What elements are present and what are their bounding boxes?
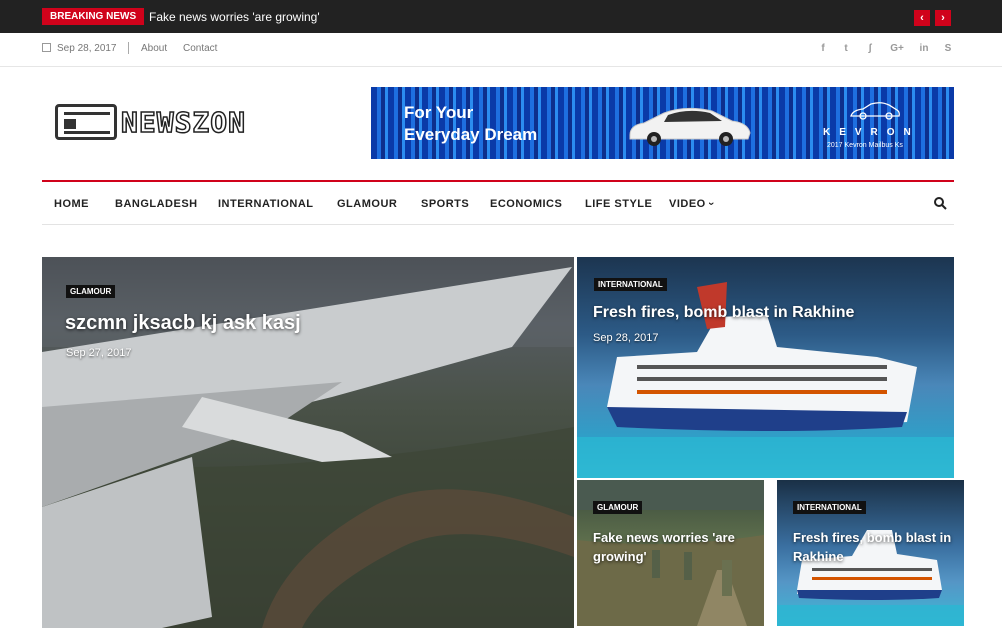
card-title[interactable]: szcmn jksacb kj ask kasj: [65, 312, 545, 335]
category-tag[interactable]: INTERNATIONAL: [594, 278, 667, 291]
category-tag[interactable]: INTERNATIONAL: [793, 501, 866, 514]
nav-bangladesh[interactable]: BANGLADESH: [115, 197, 198, 211]
site-logo[interactable]: NEWSZON: [55, 102, 305, 142]
nav-sports[interactable]: SPORTS: [421, 197, 469, 211]
ad-headline-line2: Everyday Dream: [404, 125, 538, 144]
ticker-next-button[interactable]: ›: [935, 10, 951, 26]
nav-life-style[interactable]: LIFE STYLE: [585, 197, 652, 211]
current-date-text: Sep 28, 2017: [57, 43, 117, 54]
newspaper-icon: [55, 104, 117, 140]
nav-home[interactable]: HOME: [54, 197, 89, 211]
featured-card-small[interactable]: GLAMOUR Fake news worries 'are growing': [577, 480, 764, 626]
skype-icon[interactable]: S: [940, 42, 956, 56]
linkedin-icon[interactable]: in: [916, 42, 932, 56]
nav-economics[interactable]: ECONOMICS: [490, 197, 562, 211]
rss-icon[interactable]: ʃ: [862, 42, 878, 56]
category-tag[interactable]: GLAMOUR: [66, 285, 116, 298]
about-link[interactable]: About: [141, 42, 167, 56]
current-date: Sep 28, 2017: [42, 42, 117, 56]
ad-brand: KEVRON: [823, 127, 920, 138]
nav-international[interactable]: INTERNATIONAL: [218, 197, 314, 211]
card-date: Sep 28, 2017: [593, 332, 659, 344]
nav-video-label: VIDEO: [669, 198, 706, 210]
logo-text: NEWSZON: [120, 105, 247, 140]
facebook-icon[interactable]: f: [815, 42, 831, 56]
card-title[interactable]: Fresh fires, bomb blast in Rakhine: [793, 528, 953, 566]
ad-banner[interactable]: For Your Everyday Dream KEVRON 2017 Kevr…: [371, 87, 954, 159]
card-title[interactable]: Fresh fires, bomb blast in Rakhine: [593, 304, 933, 322]
google-plus-icon[interactable]: G+: [888, 42, 906, 56]
search-icon[interactable]: [932, 195, 948, 211]
ticker-prev-button[interactable]: ‹: [914, 10, 930, 26]
breaking-news-headline[interactable]: Fake news worries 'are growing': [149, 9, 320, 25]
card-title[interactable]: Fake news worries 'are growing': [593, 528, 753, 566]
chevron-down-icon: ›: [705, 201, 718, 207]
breaking-news-label: BREAKING NEWS: [42, 8, 145, 25]
nav-glamour[interactable]: GLAMOUR: [337, 197, 397, 211]
nav-video[interactable]: VIDEO ›: [669, 197, 717, 211]
divider: [128, 42, 129, 54]
featured-card-medium[interactable]: INTERNATIONAL Fresh fires, bomb blast in…: [577, 257, 954, 478]
top-strip: Sep 28, 2017 About Contact f t ʃ G+ in S: [0, 33, 1002, 67]
brand-car-icon: [850, 102, 900, 120]
breaking-news-bar: BREAKING NEWS Fake news worries 'are gro…: [0, 0, 1002, 33]
twitter-icon[interactable]: t: [838, 42, 854, 56]
category-tag[interactable]: GLAMOUR: [593, 501, 643, 514]
main-nav: HOME BANGLADESH INTERNATIONAL GLAMOUR SP…: [42, 180, 954, 225]
card-date: Sep 27, 2017: [66, 347, 132, 359]
calendar-icon: [42, 43, 51, 52]
ad-headline-line1: For Your: [404, 103, 474, 122]
contact-link[interactable]: Contact: [183, 42, 217, 56]
ad-brand-sub: 2017 Kevron Mailbus Ks: [827, 142, 903, 149]
car-image: [629, 107, 751, 146]
featured-card-large[interactable]: GLAMOUR szcmn jksacb kj ask kasj Sep 27,…: [42, 257, 574, 628]
featured-card-small[interactable]: INTERNATIONAL Fresh fires, bomb blast in…: [777, 480, 964, 626]
